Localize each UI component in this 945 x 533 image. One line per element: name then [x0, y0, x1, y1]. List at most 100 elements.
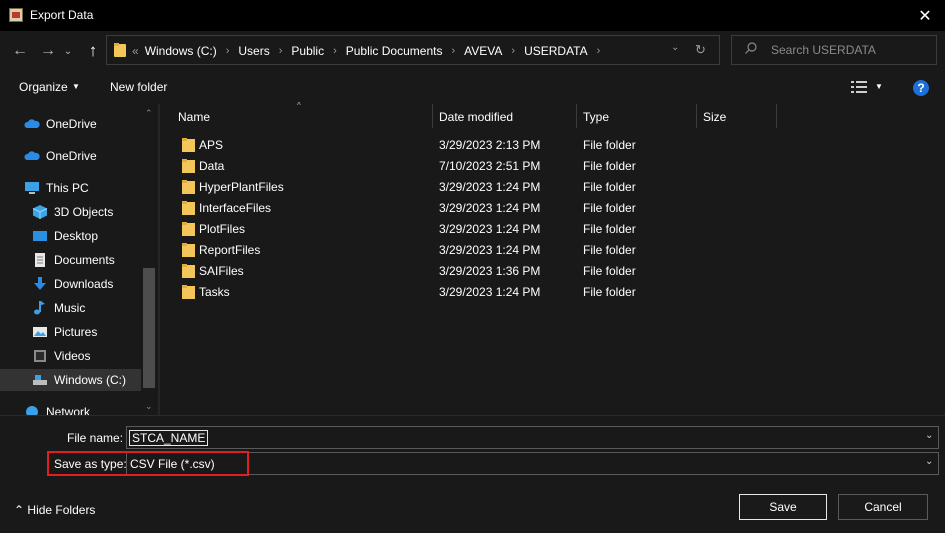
download-icon [34, 277, 46, 290]
scroll-down-icon[interactable]: ⌄ [145, 401, 153, 412]
save-button[interactable]: Save [739, 494, 827, 520]
file-row[interactable]: ReportFiles 3/29/2023 1:24 PM File folde… [170, 240, 770, 261]
breadcrumb-item[interactable]: AVEVA [464, 44, 502, 58]
file-name-input[interactable] [126, 426, 939, 449]
chevron-right-icon[interactable]: › [217, 45, 239, 57]
file-type: File folder [583, 264, 636, 278]
forward-button[interactable]: → [37, 42, 59, 60]
file-name-value[interactable]: STCA_NAME [129, 430, 209, 446]
recent-locations-icon[interactable]: ⌄ [62, 42, 74, 60]
pane-divider[interactable] [158, 104, 160, 415]
file-row[interactable]: HyperPlantFiles 3/29/2023 1:24 PM File f… [170, 177, 770, 198]
desktop-icon [33, 231, 47, 241]
column-header-name[interactable]: Name [178, 110, 210, 124]
file-row[interactable]: SAIFiles 3/29/2023 1:36 PM File folder [170, 261, 770, 282]
column-divider[interactable] [576, 104, 577, 128]
file-date: 3/29/2023 1:24 PM [439, 222, 541, 236]
sidebar-item-this-pc[interactable]: This PC [24, 177, 158, 199]
file-name: PlotFiles [199, 222, 246, 236]
title-bar [0, 0, 945, 31]
chevron-right-icon[interactable]: › [502, 45, 524, 57]
up-button[interactable]: ↑ [82, 41, 104, 60]
file-row[interactable]: InterfaceFiles 3/29/2023 1:24 PM File fo… [170, 198, 770, 219]
chevron-right-icon[interactable]: › [270, 45, 292, 57]
back-button[interactable]: ← [9, 42, 31, 60]
folder-icon [182, 285, 195, 299]
close-button[interactable]: ✕ [905, 0, 945, 31]
sidebar-item-documents[interactable]: Documents [32, 249, 158, 271]
organize-button[interactable]: Organize [19, 80, 68, 94]
file-date: 7/10/2023 2:51 PM [439, 159, 541, 173]
sidebar-item-network[interactable]: Network [24, 401, 158, 415]
file-row[interactable]: Data 7/10/2023 2:51 PM File folder [170, 156, 770, 177]
column-header-size[interactable]: Size [703, 110, 726, 124]
cloud-icon [24, 119, 40, 128]
sort-ascending-icon: ^ [297, 101, 301, 110]
chevron-down-icon[interactable]: ⌄ [925, 430, 933, 441]
sidebar-item-windows-c[interactable]: Windows (C:) [0, 369, 141, 391]
folder-icon [182, 159, 195, 173]
column-divider[interactable] [776, 104, 777, 128]
chevron-up-icon: ⌃ [14, 503, 25, 517]
scrollbar-thumb[interactable] [143, 268, 155, 388]
file-type: File folder [583, 285, 636, 299]
file-row[interactable]: Tasks 3/29/2023 1:24 PM File folder [170, 282, 770, 303]
file-date: 3/29/2023 1:36 PM [439, 264, 541, 278]
new-folder-button[interactable]: New folder [110, 80, 167, 94]
app-icon [9, 8, 23, 22]
breadcrumb-item[interactable]: Users [238, 44, 269, 58]
sidebar-item-music[interactable]: Music [32, 297, 158, 319]
file-name: SAIFiles [199, 264, 244, 278]
sidebar-item-label: Documents [54, 253, 115, 267]
file-row[interactable]: APS 3/29/2023 2:13 PM File folder [170, 135, 770, 156]
file-date: 3/29/2023 1:24 PM [439, 180, 541, 194]
column-header-date[interactable]: Date modified [439, 110, 513, 124]
address-dropdown-icon[interactable]: ⌄ [671, 42, 679, 53]
breadcrumb-item[interactable]: Windows (C:) [145, 44, 217, 58]
column-header-type[interactable]: Type [583, 110, 609, 124]
breadcrumb-overflow[interactable]: « [132, 44, 145, 58]
folder-icon [114, 43, 126, 57]
sidebar-item-label: 3D Objects [54, 205, 114, 219]
column-divider[interactable] [432, 104, 433, 128]
chevron-right-icon[interactable]: › [442, 45, 464, 57]
file-type: File folder [583, 222, 636, 236]
sidebar-item-desktop[interactable]: Desktop [32, 225, 158, 247]
search-icon [745, 42, 757, 54]
view-options-icon[interactable] [851, 81, 867, 93]
computer-icon [25, 182, 39, 194]
chevron-right-icon[interactable]: › [324, 45, 346, 57]
column-divider[interactable] [696, 104, 697, 128]
breadcrumb-item[interactable]: Public [291, 44, 324, 58]
folder-icon [182, 243, 195, 257]
file-date: 3/29/2023 1:24 PM [439, 285, 541, 299]
music-icon [34, 301, 45, 315]
chevron-down-icon[interactable]: ⌄ [925, 456, 933, 467]
file-name: Tasks [199, 285, 230, 299]
help-icon[interactable]: ? [913, 80, 929, 96]
breadcrumb-item[interactable]: Public Documents [346, 44, 443, 58]
sidebar-item-videos[interactable]: Videos [32, 345, 158, 367]
sidebar-item-onedrive[interactable]: OneDrive [24, 145, 158, 167]
cancel-button[interactable]: Cancel [838, 494, 928, 520]
file-date: 3/29/2023 1:24 PM [439, 243, 541, 257]
chevron-right-icon[interactable]: › [588, 45, 610, 57]
file-type: File folder [583, 180, 636, 194]
file-name: Data [199, 159, 225, 173]
sidebar-item-3d-objects[interactable]: 3D Objects [32, 201, 158, 223]
folder-icon [182, 180, 195, 194]
file-date: 3/29/2023 1:24 PM [439, 201, 541, 215]
sidebar-item-onedrive[interactable]: OneDrive [24, 113, 158, 135]
refresh-icon[interactable]: ↻ [695, 42, 706, 58]
scroll-up-icon[interactable]: ⌃ [145, 108, 153, 119]
file-date: 3/29/2023 2:13 PM [439, 138, 541, 152]
hide-folders-label: Hide Folders [27, 503, 96, 517]
sidebar-item-label: Videos [54, 349, 91, 363]
sidebar-item-pictures[interactable]: Pictures [32, 321, 158, 343]
sidebar-item-downloads[interactable]: Downloads [32, 273, 158, 295]
caret-down-icon[interactable]: ▼ [72, 82, 80, 91]
caret-down-icon[interactable]: ▼ [875, 82, 883, 91]
hide-folders-button[interactable]: ⌃ Hide Folders [14, 503, 95, 517]
breadcrumb-item[interactable]: USERDATA [524, 44, 588, 58]
file-row[interactable]: PlotFiles 3/29/2023 1:24 PM File folder [170, 219, 770, 240]
